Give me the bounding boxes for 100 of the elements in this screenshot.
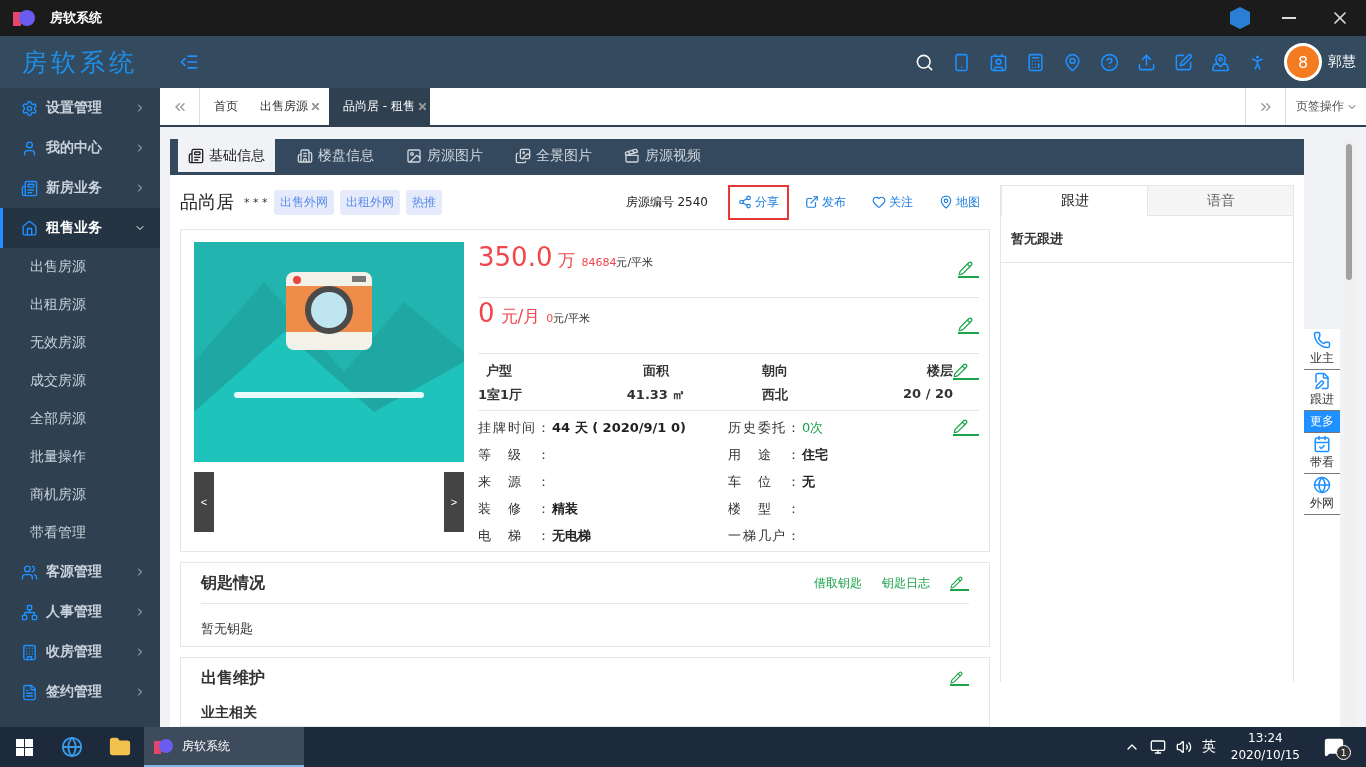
app-logo-icon bbox=[12, 8, 36, 28]
key-link[interactable]: 借取钥匙 bbox=[814, 574, 862, 592]
unit-price-unit: 元/平米 bbox=[553, 312, 590, 325]
tag: 热推 bbox=[405, 189, 442, 215]
sidebar-item[interactable]: 新房业务 bbox=[0, 168, 160, 208]
price-value: 0 bbox=[478, 298, 495, 328]
next-button[interactable]: > bbox=[444, 472, 464, 532]
sidebar-subitem[interactable]: 出租房源 bbox=[0, 286, 160, 324]
page-tab[interactable]: 品尚居 - 租售 bbox=[329, 88, 430, 125]
spec-value: 西北 bbox=[760, 386, 789, 404]
field-label: 装修： bbox=[478, 500, 550, 518]
sidebar-subitem[interactable]: 无效房源 bbox=[0, 324, 160, 362]
side-tool-button[interactable]: 业主 bbox=[1304, 329, 1340, 370]
empty-follow-text: 暂无跟进 bbox=[1001, 216, 1293, 263]
menu-icon bbox=[21, 603, 38, 621]
field-label: 挂牌时间： bbox=[478, 419, 550, 437]
sidebar-subitem[interactable]: 带看管理 bbox=[0, 514, 160, 552]
sidebar-item[interactable]: 人事管理 bbox=[0, 592, 160, 632]
image-icon bbox=[406, 147, 422, 164]
menu-icon bbox=[21, 683, 38, 701]
menu-icon bbox=[21, 563, 38, 581]
menu-icon bbox=[21, 179, 38, 197]
clock-date: 2020/10/15 bbox=[1230, 747, 1300, 764]
close-icon[interactable] bbox=[416, 101, 428, 112]
detail-tab[interactable]: 全景图片 bbox=[505, 139, 602, 175]
edit-button[interactable] bbox=[953, 419, 979, 436]
unit-price-unit: 元/平米 bbox=[616, 256, 654, 269]
tag: 出租外网 bbox=[339, 189, 400, 215]
user-name: 郭慧 bbox=[1328, 53, 1356, 71]
action-link[interactable]: 关注 bbox=[862, 184, 923, 220]
sidebar-subitem[interactable]: 成交房源 bbox=[0, 362, 160, 400]
detail-tab[interactable]: 基础信息 bbox=[178, 139, 275, 175]
previous-button[interactable]: < bbox=[194, 472, 214, 532]
globe-icon bbox=[1313, 476, 1331, 494]
spec-label: 户型 bbox=[485, 362, 513, 380]
property-name: 品尚居 bbox=[180, 190, 234, 214]
sidebar-subitem[interactable]: 批量操作 bbox=[0, 438, 160, 476]
field-label: 用途： bbox=[728, 446, 800, 464]
taskbar-app[interactable]: 房软系统 bbox=[144, 727, 304, 767]
price-unit: 元/月 bbox=[500, 305, 541, 328]
map-pin-icon bbox=[939, 195, 953, 209]
minimize-icon bbox=[1282, 17, 1296, 19]
action-link[interactable]: 发布 bbox=[795, 184, 856, 220]
edit-button[interactable] bbox=[950, 670, 969, 686]
close-icon[interactable] bbox=[310, 101, 321, 112]
price-unit: 万 bbox=[558, 249, 576, 272]
side-tool-button[interactable]: 外网 bbox=[1304, 474, 1340, 515]
phone-icon bbox=[1313, 331, 1331, 349]
detail-tab[interactable]: 房源图片 bbox=[396, 139, 493, 175]
tag: 出售外网 bbox=[273, 189, 334, 215]
spec-label: 楼层 bbox=[925, 362, 953, 380]
side-tool-button[interactable]: 跟进 bbox=[1304, 370, 1340, 411]
images-icon bbox=[515, 147, 531, 164]
input-method[interactable]: 英 bbox=[1196, 738, 1221, 756]
sidebar-item[interactable]: 租售业务 bbox=[0, 208, 160, 248]
price-value: 350.0 bbox=[478, 242, 553, 272]
unit-price-value: 84684 bbox=[581, 256, 617, 269]
sidebar-subitem[interactable]: 出售房源 bbox=[0, 248, 160, 286]
spec-label: 面积 bbox=[642, 362, 671, 380]
edit-button[interactable] bbox=[958, 317, 979, 334]
sidebar-subitem[interactable]: 全部房源 bbox=[0, 400, 160, 438]
note-icon bbox=[1313, 372, 1331, 390]
panel-tab[interactable]: 语音 bbox=[1147, 186, 1293, 216]
spec-value: 1室1厅 bbox=[478, 386, 524, 404]
scrollbar-thumb[interactable] bbox=[1346, 144, 1352, 280]
calendar-icon bbox=[1313, 435, 1331, 453]
field-label: 等级： bbox=[478, 446, 550, 464]
video-icon bbox=[624, 147, 640, 164]
edit-button[interactable] bbox=[958, 261, 979, 278]
window-title: 房软系统 bbox=[50, 9, 102, 27]
building-icon bbox=[297, 147, 313, 164]
field-value: 无电梯 bbox=[552, 527, 591, 545]
sidebar-item[interactable]: 签约管理 bbox=[0, 672, 160, 712]
field-label: 电梯： bbox=[478, 527, 550, 545]
keys-status-text: 暂无钥匙 bbox=[201, 620, 254, 638]
spec-value: 41.33 ㎡ bbox=[625, 386, 687, 404]
field-label: 来源： bbox=[478, 473, 550, 491]
sidebar-item[interactable]: 收房管理 bbox=[0, 632, 160, 672]
action-link[interactable]: 地图 bbox=[929, 184, 990, 220]
field-label: 车位： bbox=[728, 473, 800, 491]
external-link-icon bbox=[805, 195, 819, 209]
field-value: 精装 bbox=[552, 500, 578, 518]
clock-time: 13:24 bbox=[1248, 730, 1283, 747]
section-title: 钥匙情况 bbox=[201, 572, 266, 594]
detail-tab[interactable]: 房源视频 bbox=[614, 139, 711, 175]
sidebar-subitem[interactable]: 商机房源 bbox=[0, 476, 160, 514]
action-link[interactable]: 分享 bbox=[728, 184, 789, 220]
detail-tab[interactable]: 楼盘信息 bbox=[287, 139, 384, 175]
sidebar-item[interactable]: 客源管理 bbox=[0, 552, 160, 592]
side-tool-button[interactable]: 带看 bbox=[1304, 433, 1340, 474]
sidebar-item[interactable]: 设置管理 bbox=[0, 88, 160, 128]
notification-icon[interactable]: 1 bbox=[1310, 737, 1366, 757]
share-icon bbox=[738, 195, 752, 209]
spec-value: 20 / 20 bbox=[902, 386, 953, 403]
menu-icon bbox=[21, 219, 38, 237]
menu-icon bbox=[21, 643, 38, 661]
edit-button[interactable] bbox=[953, 362, 979, 380]
field-value: 无 bbox=[802, 473, 815, 491]
edit-button[interactable] bbox=[950, 575, 969, 591]
sidebar-item[interactable]: 我的中心 bbox=[0, 128, 160, 168]
